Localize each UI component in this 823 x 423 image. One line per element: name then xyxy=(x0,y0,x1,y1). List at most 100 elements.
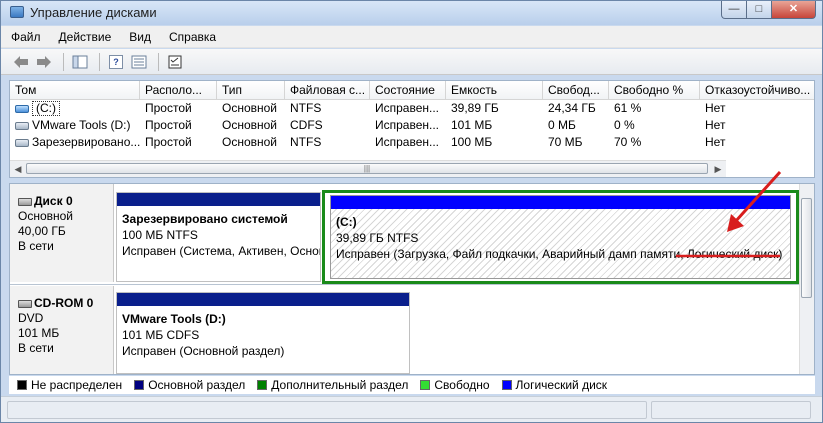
layout-cell: Простой xyxy=(145,135,192,149)
column-header-layout[interactable]: Располо... xyxy=(140,81,217,99)
capacity-cell: 39,89 ГБ xyxy=(451,101,499,115)
legend-swatch xyxy=(420,380,431,390)
free-space-cell: 70 МБ xyxy=(548,135,583,149)
free-space-cell: 24,34 ГБ xyxy=(548,101,596,115)
status-cell: Исправен... xyxy=(375,101,440,115)
fault-tolerance-cell: Нет xyxy=(705,101,726,115)
horizontal-scroll-thumb[interactable]: ||| xyxy=(26,163,708,174)
cd-drive-icon xyxy=(18,299,32,308)
column-header-filesystem[interactable]: Файловая с... xyxy=(285,81,370,99)
menu-bar: Файл Действие Вид Справка xyxy=(1,26,822,48)
scroll-left-icon[interactable]: ◀ xyxy=(10,161,26,177)
column-header-free-space[interactable]: Свобод... xyxy=(543,81,609,99)
partition-status: Исправен (Основной раздел) xyxy=(122,344,285,358)
checklist-button[interactable] xyxy=(165,52,185,72)
extended-partition[interactable]: (C:) 39,89 ГБ NTFS Исправен (Загрузка, Ф… xyxy=(322,190,799,284)
legend: Не распределен Основной раздел Дополните… xyxy=(9,376,815,394)
volume-name-cell: VMware Tools (D:) xyxy=(10,117,140,134)
legend-swatch xyxy=(501,380,512,390)
toolbar-separator xyxy=(63,52,64,71)
horizontal-scrollbar[interactable]: ◀ ||| ▶ xyxy=(10,160,726,177)
vertical-scroll-thumb[interactable] xyxy=(801,198,812,298)
window-title: Управление дисками xyxy=(30,5,157,20)
minimize-button[interactable]: — xyxy=(721,1,747,19)
legend-logical: Логический диск xyxy=(501,378,607,392)
table-row[interactable]: Зарезервировано... Простой Основной NTFS… xyxy=(10,134,814,151)
console-tree-icon xyxy=(72,55,88,68)
column-header-status[interactable]: Состояние xyxy=(370,81,446,99)
type-cell: Основной xyxy=(222,101,278,115)
menu-action[interactable]: Действие xyxy=(59,30,112,44)
properties-icon xyxy=(131,55,147,68)
disk-divider xyxy=(10,284,801,285)
disk-0-status: В сети xyxy=(18,239,54,253)
column-header-type[interactable]: Тип xyxy=(217,81,285,99)
help-button[interactable]: ? xyxy=(106,52,126,72)
properties-button[interactable] xyxy=(129,52,149,72)
partition-size: 100 МБ NTFS xyxy=(122,228,198,242)
hard-drive-icon xyxy=(18,197,32,206)
vertical-scrollbar[interactable] xyxy=(799,184,814,374)
hard-drive-icon xyxy=(15,138,29,147)
partition-name: Зарезервировано системой xyxy=(122,212,288,226)
capacity-cell: 100 МБ xyxy=(451,135,493,149)
menu-file[interactable]: Файл xyxy=(11,30,41,44)
status-cell-secondary xyxy=(651,401,811,419)
partition-system-reserved[interactable]: Зарезервировано системой 100 МБ NTFS Исп… xyxy=(116,192,321,282)
column-header-fault-tolerance[interactable]: Отказоустойчиво... xyxy=(700,81,814,99)
column-header-free-percent[interactable]: Свободно % xyxy=(609,81,700,99)
partition-c[interactable]: (C:) 39,89 ГБ NTFS Исправен (Загрузка, Ф… xyxy=(330,195,791,279)
fault-tolerance-cell: Нет xyxy=(705,118,726,132)
back-button[interactable] xyxy=(11,52,31,72)
window-controls: — □ ✕ xyxy=(721,1,816,19)
capacity-cell: 101 МБ xyxy=(451,118,493,132)
title-bar[interactable]: Управление дисками — □ ✕ xyxy=(1,1,822,25)
volume-c-icon xyxy=(15,104,29,113)
toolbar-separator xyxy=(158,52,159,71)
disk-0-label[interactable]: Диск 0 Основной 40,00 ГБ В сети xyxy=(10,184,114,282)
partition-info: VMware Tools (D:) 101 МБ CDFS Исправен (… xyxy=(117,306,409,359)
status-bar xyxy=(1,396,822,422)
layout-cell: Простой xyxy=(145,101,192,115)
primary-partition-bar xyxy=(117,293,409,306)
free-percent-cell: 70 % xyxy=(614,135,642,149)
table-row[interactable]: (C:) Простой Основной NTFS Исправен... 3… xyxy=(10,100,814,117)
status-cell: Исправен... xyxy=(375,135,440,149)
status-cell: Исправен... xyxy=(375,118,440,132)
legend-primary: Основной раздел xyxy=(134,378,245,392)
toolbar-separator xyxy=(99,52,100,71)
cdrom-0-type: DVD xyxy=(18,311,44,325)
partition-status: Исправен (Система, Активен, Основной раз… xyxy=(122,244,320,258)
partition-status: Исправен (Загрузка, Файл подкачки, Авари… xyxy=(336,247,783,261)
logical-drive-bar xyxy=(331,196,790,209)
disk-management-window: Управление дисками — □ ✕ Файл Действие В… xyxy=(0,0,823,423)
free-percent-cell: 0 % xyxy=(614,118,635,132)
partition-vmware-tools[interactable]: VMware Tools (D:) 101 МБ CDFS Исправен (… xyxy=(116,292,410,374)
partition-size: 101 МБ CDFS xyxy=(122,328,200,342)
maximize-button[interactable]: □ xyxy=(747,1,772,19)
forward-button[interactable] xyxy=(34,52,54,72)
legend-swatch xyxy=(134,380,145,390)
cdrom-0-label[interactable]: CD-ROM 0 DVD 101 МБ В сети xyxy=(10,286,114,374)
partition-info: (C:) 39,89 ГБ NTFS Исправен (Загрузка, Ф… xyxy=(331,209,790,262)
cdrom-0-title: CD-ROM 0 xyxy=(18,296,113,311)
menu-view[interactable]: Вид xyxy=(129,30,151,44)
filesystem-cell: NTFS xyxy=(290,135,322,149)
column-header-capacity[interactable]: Емкость xyxy=(446,81,543,99)
table-row[interactable]: VMware Tools (D:) Простой Основной CDFS … xyxy=(10,117,814,134)
filesystem-cell: CDFS xyxy=(290,118,323,132)
layout-cell: Простой xyxy=(145,118,192,132)
cdrom-0-size: 101 МБ xyxy=(18,326,60,340)
menu-help[interactable]: Справка xyxy=(169,30,216,44)
close-button[interactable]: ✕ xyxy=(772,1,816,19)
column-header-volume[interactable]: Том xyxy=(10,81,140,99)
legend-unallocated: Не распределен xyxy=(17,378,122,392)
type-cell: Основной xyxy=(222,118,278,132)
back-arrow-icon xyxy=(14,55,28,68)
help-icon: ? xyxy=(109,54,123,69)
console-tree-button[interactable] xyxy=(70,52,90,72)
forward-arrow-icon xyxy=(37,55,51,68)
volume-name-cell: Зарезервировано... xyxy=(10,134,140,151)
status-cell-main xyxy=(7,401,647,419)
scroll-right-icon[interactable]: ▶ xyxy=(710,161,726,177)
